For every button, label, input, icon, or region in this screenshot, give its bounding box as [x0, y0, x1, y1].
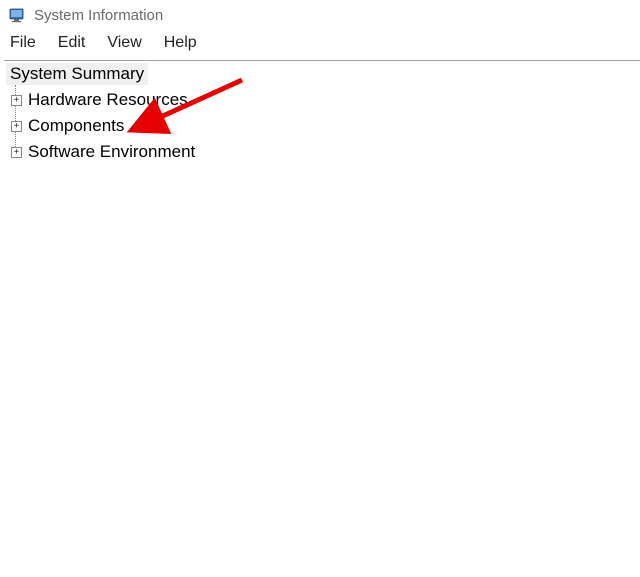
tree-panel: System Summary + Hardware Resources + Co…: [4, 61, 640, 165]
tree-children: + Hardware Resources + Components + Soft…: [4, 87, 640, 165]
tree-item-label: Hardware Resources: [28, 87, 188, 113]
content-area: System Summary + Hardware Resources + Co…: [4, 60, 640, 577]
menu-edit[interactable]: Edit: [54, 32, 96, 54]
tree-item-software-environment[interactable]: + Software Environment: [4, 139, 640, 165]
menubar: File Edit View Help: [0, 28, 640, 60]
tree-root-system-summary[interactable]: System Summary: [6, 63, 148, 85]
expand-icon[interactable]: +: [11, 95, 22, 106]
menu-view[interactable]: View: [103, 32, 151, 54]
menu-file[interactable]: File: [6, 32, 46, 54]
tree-item-hardware-resources[interactable]: + Hardware Resources: [4, 87, 640, 113]
system-information-window: System Information File Edit View Help S…: [0, 0, 640, 577]
expand-icon[interactable]: +: [11, 121, 22, 132]
expand-icon[interactable]: +: [11, 147, 22, 158]
app-icon: [8, 6, 26, 24]
window-title: System Information: [34, 7, 163, 24]
tree-item-label: Software Environment: [28, 139, 195, 165]
tree-item-label: Components: [28, 113, 124, 139]
tree-item-components[interactable]: + Components: [4, 113, 640, 139]
titlebar: System Information: [0, 0, 640, 28]
menu-help[interactable]: Help: [160, 32, 207, 54]
